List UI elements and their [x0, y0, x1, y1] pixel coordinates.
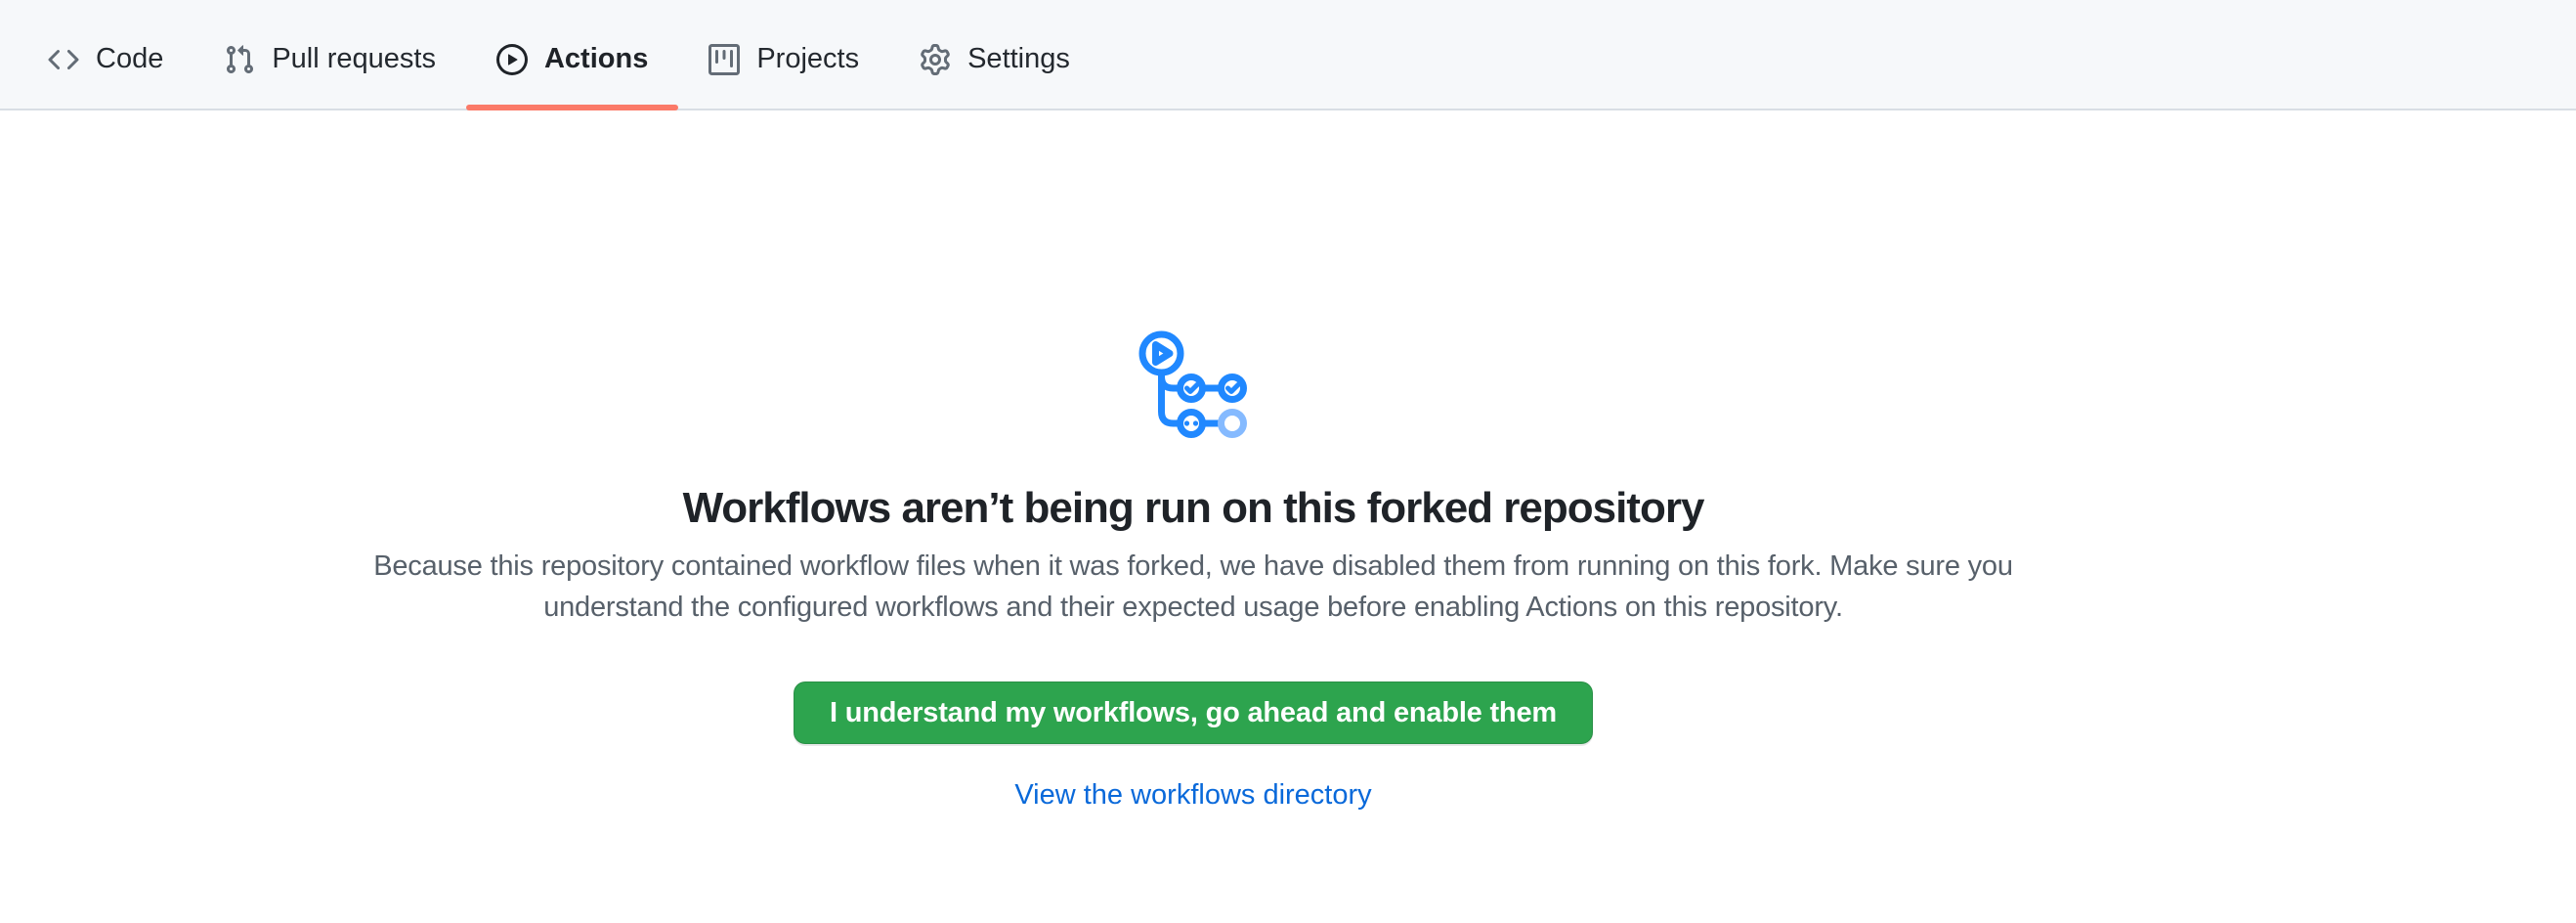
page-title: Workflows aren’t being run on this forke… [683, 481, 1704, 536]
tab-pull-requests-label: Pull requests [272, 45, 436, 73]
blankslate: Workflows aren’t being run on this forke… [0, 110, 2386, 811]
tab-projects[interactable]: Projects [678, 0, 889, 109]
tab-pull-requests[interactable]: Pull requests [193, 0, 466, 109]
play-icon [496, 44, 528, 75]
tab-settings-label: Settings [967, 45, 1070, 73]
tab-code-label: Code [96, 45, 163, 73]
code-icon [48, 44, 79, 75]
tab-actions-label: Actions [544, 45, 648, 73]
enable-workflows-button[interactable]: I understand my workflows, go ahead and … [794, 681, 1593, 744]
blankslate-description: Because this repository contained workfl… [333, 546, 2053, 628]
tab-settings[interactable]: Settings [889, 0, 1100, 109]
git-pull-request-icon [224, 44, 255, 75]
repo-tab-bar: Code Pull requests Actions Projects Sett… [0, 0, 2576, 110]
gear-icon [920, 44, 951, 75]
view-workflows-link[interactable]: View the workflows directory [1014, 779, 1371, 811]
workflow-graph-icon [1138, 330, 1249, 440]
tab-code[interactable]: Code [18, 0, 193, 109]
main-content: Workflows aren’t being run on this forke… [0, 110, 2576, 811]
tab-actions[interactable]: Actions [466, 0, 678, 109]
tab-projects-label: Projects [756, 45, 859, 73]
project-icon [708, 44, 740, 75]
active-tab-underline [466, 105, 678, 110]
